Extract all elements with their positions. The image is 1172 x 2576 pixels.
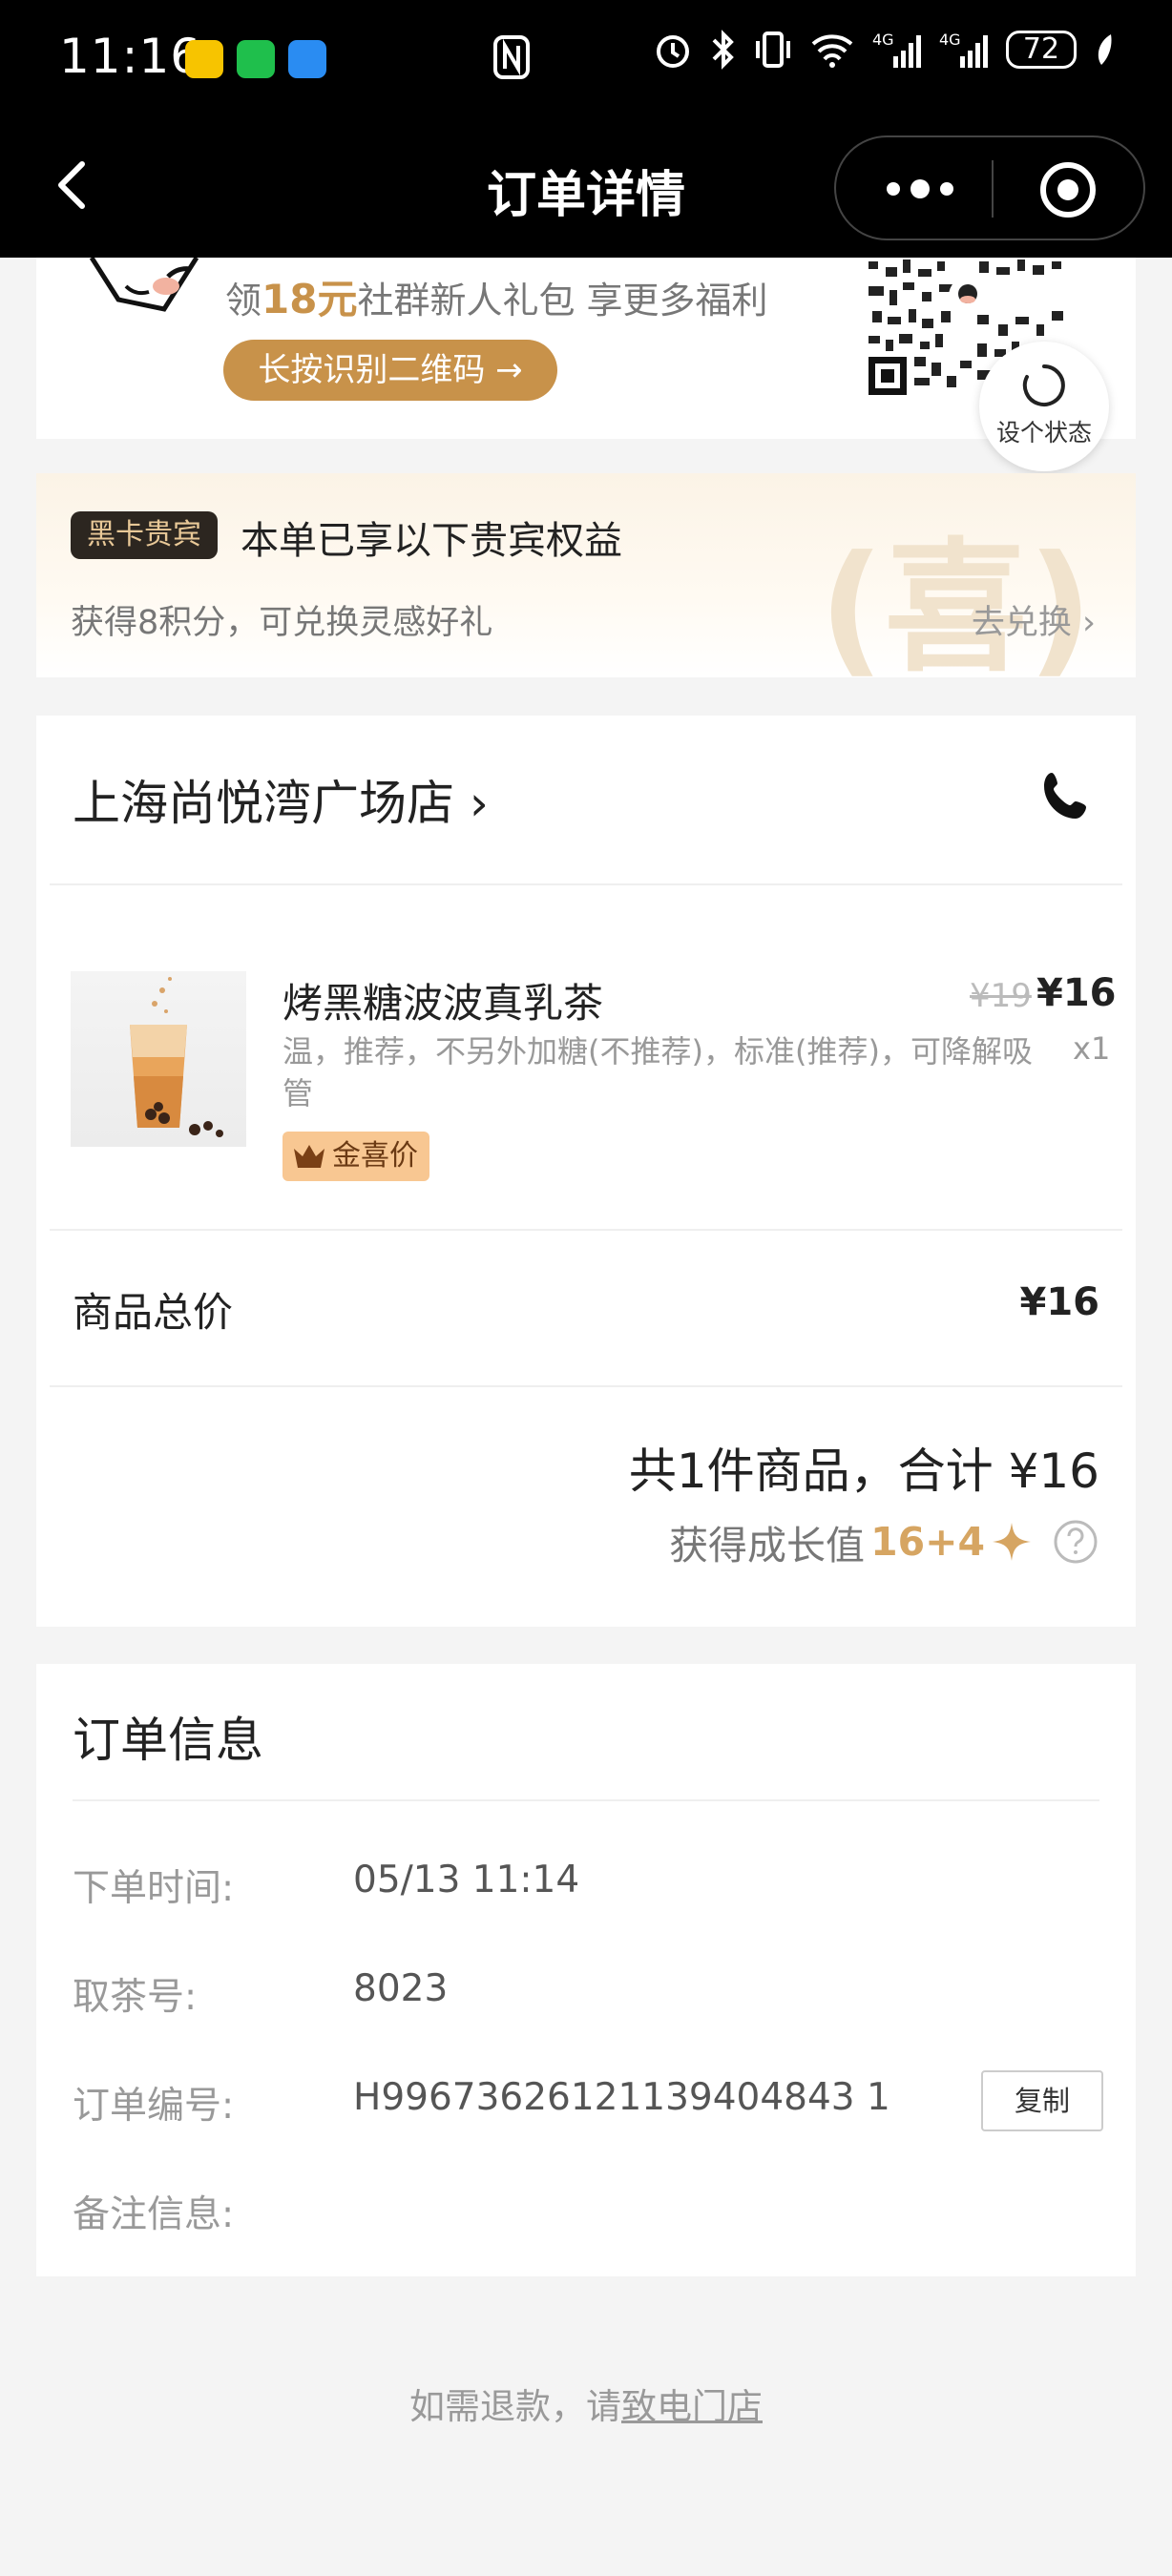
order-time-value: 05/13 11:14 [353,1859,580,1901]
order-card: 上海尚悦湾广场店 › 烤黑糖波波真乳茶 ¥19 ¥16 温，推荐，不另外加糖(不… [36,716,1136,1627]
order-total: 共1件商品，合计 ¥16 [628,1444,1099,1499]
help-icon[interactable] [1052,1518,1099,1566]
vibrate-icon [756,31,790,68]
community-promo-card: 领18元社群新人礼包 享更多福利 长按识别二维码 → [36,256,1136,439]
more-button[interactable] [882,162,1006,216]
vip-title: 本单已享以下贵宾权益 [241,519,622,563]
growth-value: 16+4 [870,1519,985,1565]
vip-watermark: (喜) [819,526,1094,677]
bluetooth-icon [712,30,734,70]
set-status-button[interactable]: 设个状态 [979,342,1109,471]
subtotal-value: ¥16 [1019,1280,1100,1324]
promo-text: 领18元社群新人礼包 享更多福利 [225,267,768,325]
promo-prefix: 领 [225,280,262,322]
promo-amount: 18元 [262,276,358,322]
product-spec: 温，推荐，不另外加糖(不推荐)，标准(推荐)，可降解吸管 [283,1033,1033,1111]
product-price: ¥16 [1036,971,1117,1015]
signal-4g-icon-2: 4G [939,31,988,68]
wechat-icon [237,40,275,78]
alarm-icon [657,35,689,68]
growth-label: 获得成长值 [669,1523,866,1568]
nfc-icon [492,34,531,84]
message-icon [288,40,326,78]
gold-price-label: 金喜价 [332,1139,418,1173]
pickup-number-value: 8023 [353,1967,449,2010]
store-name-link[interactable]: 上海尚悦湾广场店 › [73,765,489,834]
redeem-link[interactable]: 去兑换 › [972,595,1096,644]
nav-bar: 订单详情 [0,116,1172,258]
vip-benefits-card: (喜) 黑卡贵宾 本单已享以下贵宾权益 获得8积分，可兑换灵感好礼 去兑换 › [36,473,1136,677]
status-bar: 11:16 4G 4G 72 [0,0,1172,116]
refund-prefix: 如需退款，请 [409,2386,621,2427]
divider [50,1385,1122,1387]
gold-price-tag: 金喜价 [283,1132,429,1181]
more-dots-icon [887,179,953,198]
svg-text:4G: 4G [939,31,961,49]
wifi-icon [811,34,853,68]
order-time-label: 下单时间: [73,1867,235,1910]
crown-icon [294,1145,324,1168]
divider [73,1799,1099,1801]
call-store-link[interactable]: 致电门店 [621,2386,763,2427]
leaf-icon [1098,34,1112,65]
promo-suffix: 社群新人礼包 享更多福利 [357,280,768,322]
battery-indicator: 72 [1006,31,1077,69]
order-info-card: 订单信息 下单时间: 05/13 11:14 取茶号: 8023 订单编号: H… [36,1664,1136,2276]
target-icon [1040,162,1096,218]
order-number-value: H99673626121139404843 1 [353,2076,890,2119]
product-name: 烤黑糖波波真乳茶 [283,980,604,1027]
growth-value-row: 获得成长值 16+4 [669,1513,1099,1570]
refund-note: 如需退款，请致电门店 [0,2378,1172,2429]
divider [50,1229,1122,1231]
system-icons: 4G 4G 72 [653,29,1115,71]
order-number-label: 订单编号: [73,2085,235,2128]
status-ring-icon [1022,364,1065,406]
close-miniapp-button[interactable] [1038,160,1098,219]
call-store-button[interactable] [1038,769,1094,824]
vip-points-text: 获得8积分，可兑换灵感好礼 [71,604,493,642]
scan-qr-button[interactable]: 长按识别二维码 → [223,340,557,401]
subtotal-label: 商品总价 [73,1289,234,1336]
product-quantity: x1 [1073,1030,1111,1067]
weibo-icon [185,40,223,78]
remarks-label: 备注信息: [73,2193,235,2236]
vip-badge: 黑卡贵宾 [71,511,218,559]
pickup-number-label: 取茶号: [73,1976,198,2019]
svg-text:4G: 4G [872,31,894,49]
sparkle-icon [993,1523,1031,1561]
capsule-divider [992,160,994,218]
status-time: 11:16 [59,29,202,84]
mascot-image [73,256,216,315]
order-info-title: 订单信息 [73,1713,263,1768]
divider [50,883,1122,885]
miniapp-capsule [834,135,1145,240]
product-image [71,971,246,1147]
set-status-label: 设个状态 [995,419,1092,447]
phone-icon [1044,773,1086,819]
copy-order-number-button[interactable]: 复制 [981,2070,1103,2131]
signal-4g-icon: 4G [872,31,921,68]
product-original-price: ¥19 [970,977,1032,1015]
